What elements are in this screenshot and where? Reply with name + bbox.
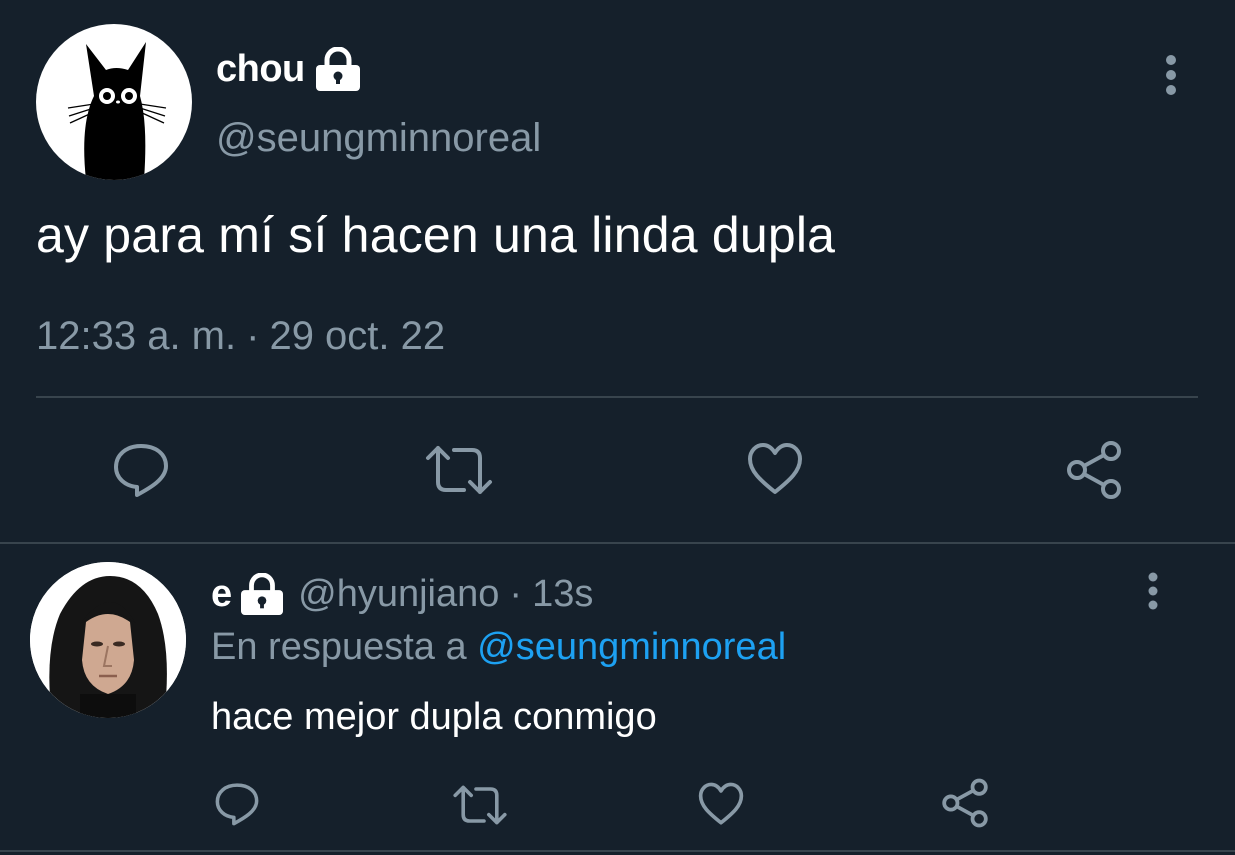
more-options-icon[interactable] <box>1143 572 1163 612</box>
tweet-text: ay para mí sí hacen una linda dupla <box>36 207 836 263</box>
tweet-date: 29 oct. 22 <box>269 314 446 358</box>
retweet-icon[interactable] <box>424 444 494 496</box>
divider <box>0 850 1235 852</box>
divider <box>0 542 1235 544</box>
tweet-time: 12:33 a. m. <box>36 314 237 358</box>
like-icon[interactable] <box>746 442 804 496</box>
reply-time[interactable]: 13s <box>532 573 593 616</box>
more-options-icon[interactable] <box>1161 54 1181 96</box>
lock-icon <box>315 47 361 91</box>
replying-to-link[interactable]: @seungminnoreal <box>477 626 786 668</box>
replying-to-label: En respuesta a <box>211 626 467 668</box>
reply-icon[interactable] <box>214 782 260 826</box>
display-name[interactable]: chou <box>216 46 361 92</box>
user-handle[interactable]: @seungminnoreal <box>216 116 541 161</box>
replying-to: En respuesta a @seungminnoreal <box>211 626 786 669</box>
share-icon[interactable] <box>1064 440 1124 500</box>
reply-icon[interactable] <box>112 442 170 498</box>
meta-separator: · <box>509 572 523 615</box>
meta-separator: · <box>246 314 260 358</box>
reply-text: hace mejor dupla conmigo <box>211 696 657 738</box>
retweet-icon[interactable] <box>452 784 508 826</box>
avatar[interactable] <box>36 24 192 180</box>
share-icon[interactable] <box>940 778 990 828</box>
tweet-timestamp[interactable]: 12:33 a. m. · 29 oct. 22 <box>36 314 445 359</box>
avatar[interactable] <box>30 562 186 718</box>
divider <box>36 396 1198 398</box>
tweet-detail-page: chou @seungminnoreal ay para mí sí hacen… <box>0 0 1235 855</box>
lock-icon <box>240 573 284 615</box>
user-handle[interactable]: @hyunjiano <box>298 573 499 616</box>
display-name[interactable]: e <box>211 573 232 616</box>
like-icon[interactable] <box>697 782 745 826</box>
reply-header: e @hyunjiano · 13s <box>211 570 593 618</box>
display-name-text: chou <box>216 47 305 90</box>
